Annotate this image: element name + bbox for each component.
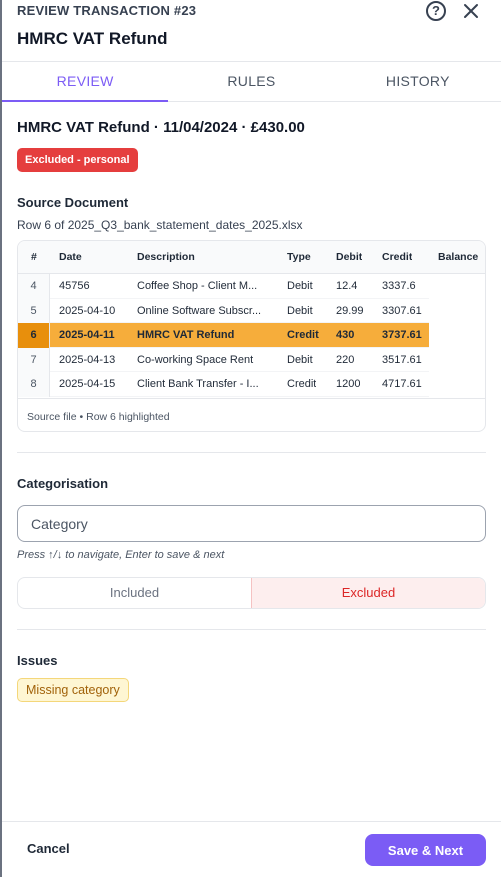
row-description: Co-working Space Rent xyxy=(137,353,254,366)
row-date: 2025-04-13 xyxy=(59,353,116,366)
row-number: 6 xyxy=(18,323,50,348)
row-date: 2025-04-10 xyxy=(59,304,116,317)
row-description: Client Bank Transfer - I... xyxy=(137,378,259,390)
row-description: Coffee Shop - Client M... xyxy=(137,280,258,292)
source-file-name: Row 6 of 2025_Q3_bank_statement_dates_20… xyxy=(17,218,303,232)
panel-title: HMRC VAT Refund xyxy=(17,29,168,48)
table-row-highlighted[interactable]: 6 2025-04-11 HMRC VAT Refund Credit 430 … xyxy=(18,323,429,348)
tab-bar: REVIEW RULES HISTORY xyxy=(2,61,501,102)
table-row[interactable]: 4 45756 Coffee Shop - Client M... Debit … xyxy=(18,274,429,299)
row-date: 45756 xyxy=(59,280,90,292)
categorisation-heading: Categorisation xyxy=(17,476,109,491)
column-header-date: Date xyxy=(59,251,82,263)
keyboard-hint: Press ↑/↓ to navigate, Enter to save & n… xyxy=(17,549,225,561)
issue-badge-missing-category: Missing category xyxy=(17,678,129,702)
issues-heading: Issues xyxy=(17,653,58,668)
row-type: Debit xyxy=(287,353,313,366)
divider xyxy=(17,629,486,630)
tab-review[interactable]: REVIEW xyxy=(2,62,169,102)
row-type: Debit xyxy=(287,280,313,292)
status-badge: Excluded - personal xyxy=(17,148,138,172)
inclusion-toggle: Included Excluded xyxy=(17,577,486,609)
category-input[interactable] xyxy=(17,505,486,542)
row-credit: 4717.61 xyxy=(382,378,422,390)
row-credit: 3737.61 xyxy=(382,329,422,341)
row-number: 7 xyxy=(18,347,50,372)
column-header-number: # xyxy=(31,251,37,263)
table-row[interactable]: 7 2025-04-13 Co-working Space Rent Debit… xyxy=(18,347,429,372)
close-icon[interactable] xyxy=(460,0,482,22)
row-number: 4 xyxy=(18,274,50,299)
row-debit: 1200 xyxy=(336,378,361,390)
column-header-balance: Balance xyxy=(438,251,479,263)
row-date: 2025-04-15 xyxy=(59,378,116,390)
row-debit: 430 xyxy=(336,329,355,341)
panel-footer: Cancel Save & Next xyxy=(2,821,501,877)
source-document-heading: Source Document xyxy=(17,195,129,210)
row-type: Credit xyxy=(287,378,317,390)
divider xyxy=(17,452,486,453)
row-debit: 220 xyxy=(336,353,355,366)
row-description: Online Software Subscr... xyxy=(137,304,262,317)
row-number: 5 xyxy=(18,298,50,323)
row-number: 8 xyxy=(18,372,50,397)
row-debit: 12.4 xyxy=(336,280,358,292)
row-date: 2025-04-11 xyxy=(59,329,115,341)
panel-eyebrow: REVIEW TRANSACTION #23 xyxy=(17,3,197,18)
transaction-summary: HMRC VAT Refund · 11/04/2024 · £430.00 xyxy=(17,119,305,136)
table-row[interactable]: 5 2025-04-10 Online Software Subscr... D… xyxy=(18,298,429,323)
review-transaction-panel: REVIEW TRANSACTION #23 HMRC VAT Refund ?… xyxy=(0,0,501,877)
source-table: # Date Description Type Debit Credit Bal… xyxy=(17,240,486,432)
tab-history[interactable]: HISTORY xyxy=(335,62,501,101)
excluded-option[interactable]: Excluded xyxy=(251,578,485,608)
row-credit: 3337.6 xyxy=(382,280,416,292)
table-row[interactable]: 8 2025-04-15 Client Bank Transfer - I...… xyxy=(18,372,429,397)
tab-rules[interactable]: RULES xyxy=(168,62,334,101)
included-option[interactable]: Included xyxy=(18,578,251,608)
column-header-description: Description xyxy=(137,251,195,263)
table-header-row: # Date Description Type Debit Credit Bal… xyxy=(18,241,485,274)
column-header-type: Type xyxy=(287,251,311,263)
question-circle-icon[interactable]: ? xyxy=(426,1,446,21)
column-header-credit: Credit xyxy=(382,251,413,263)
cancel-button[interactable]: Cancel xyxy=(27,841,70,856)
row-type: Debit xyxy=(287,304,313,317)
row-credit: 3307.61 xyxy=(382,304,422,317)
row-credit: 3517.61 xyxy=(382,353,422,366)
save-next-button[interactable]: Save & Next xyxy=(365,834,486,866)
row-debit: 29.99 xyxy=(336,304,364,317)
table-footer: Source file • Row 6 highlighted xyxy=(18,398,485,431)
row-type: Credit xyxy=(287,329,319,341)
column-header-debit: Debit xyxy=(336,251,363,263)
row-description: HMRC VAT Refund xyxy=(137,329,235,341)
table-footer-note: Source file • Row 6 highlighted xyxy=(27,411,170,423)
panel-header: REVIEW TRANSACTION #23 HMRC VAT Refund ? xyxy=(2,0,501,62)
